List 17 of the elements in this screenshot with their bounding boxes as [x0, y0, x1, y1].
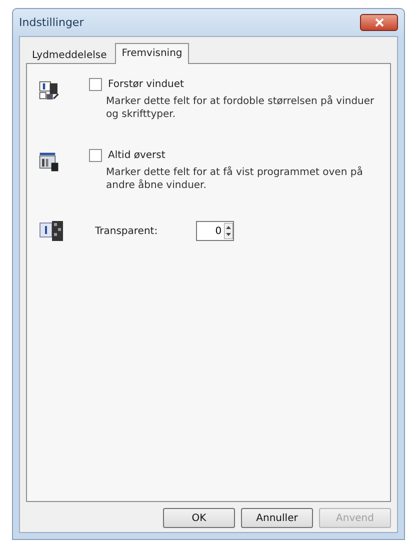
checkbox-label[interactable]: Altid øverst [108, 150, 166, 161]
option-description: Marker dette felt for at fordoble størrelsen på vinduer og skrifttyper. [106, 95, 376, 121]
tab[interactable]: Fremvisning [114, 43, 190, 64]
close-icon [374, 18, 384, 27]
spinner-label: Transparent: [95, 226, 158, 236]
tab[interactable]: Lydmeddelelse [26, 46, 113, 64]
checkbox[interactable] [89, 149, 102, 162]
option-description: Marker dette felt for at få vist programmet oven på andre åbne vinduer. [106, 166, 364, 192]
window-title: Indstillinger [19, 16, 84, 29]
close-button[interactable] [360, 14, 398, 31]
number-spinner[interactable]: 0 [196, 221, 234, 241]
checkbox[interactable] [89, 78, 102, 91]
spin-arrows-icon[interactable] [224, 223, 233, 239]
dialog-button[interactable]: OK [163, 508, 235, 528]
dialog-button[interactable]: Annuller [241, 508, 313, 528]
info-grid-icon [39, 220, 65, 242]
checkbox-label[interactable]: Forstør vinduet [108, 79, 184, 90]
